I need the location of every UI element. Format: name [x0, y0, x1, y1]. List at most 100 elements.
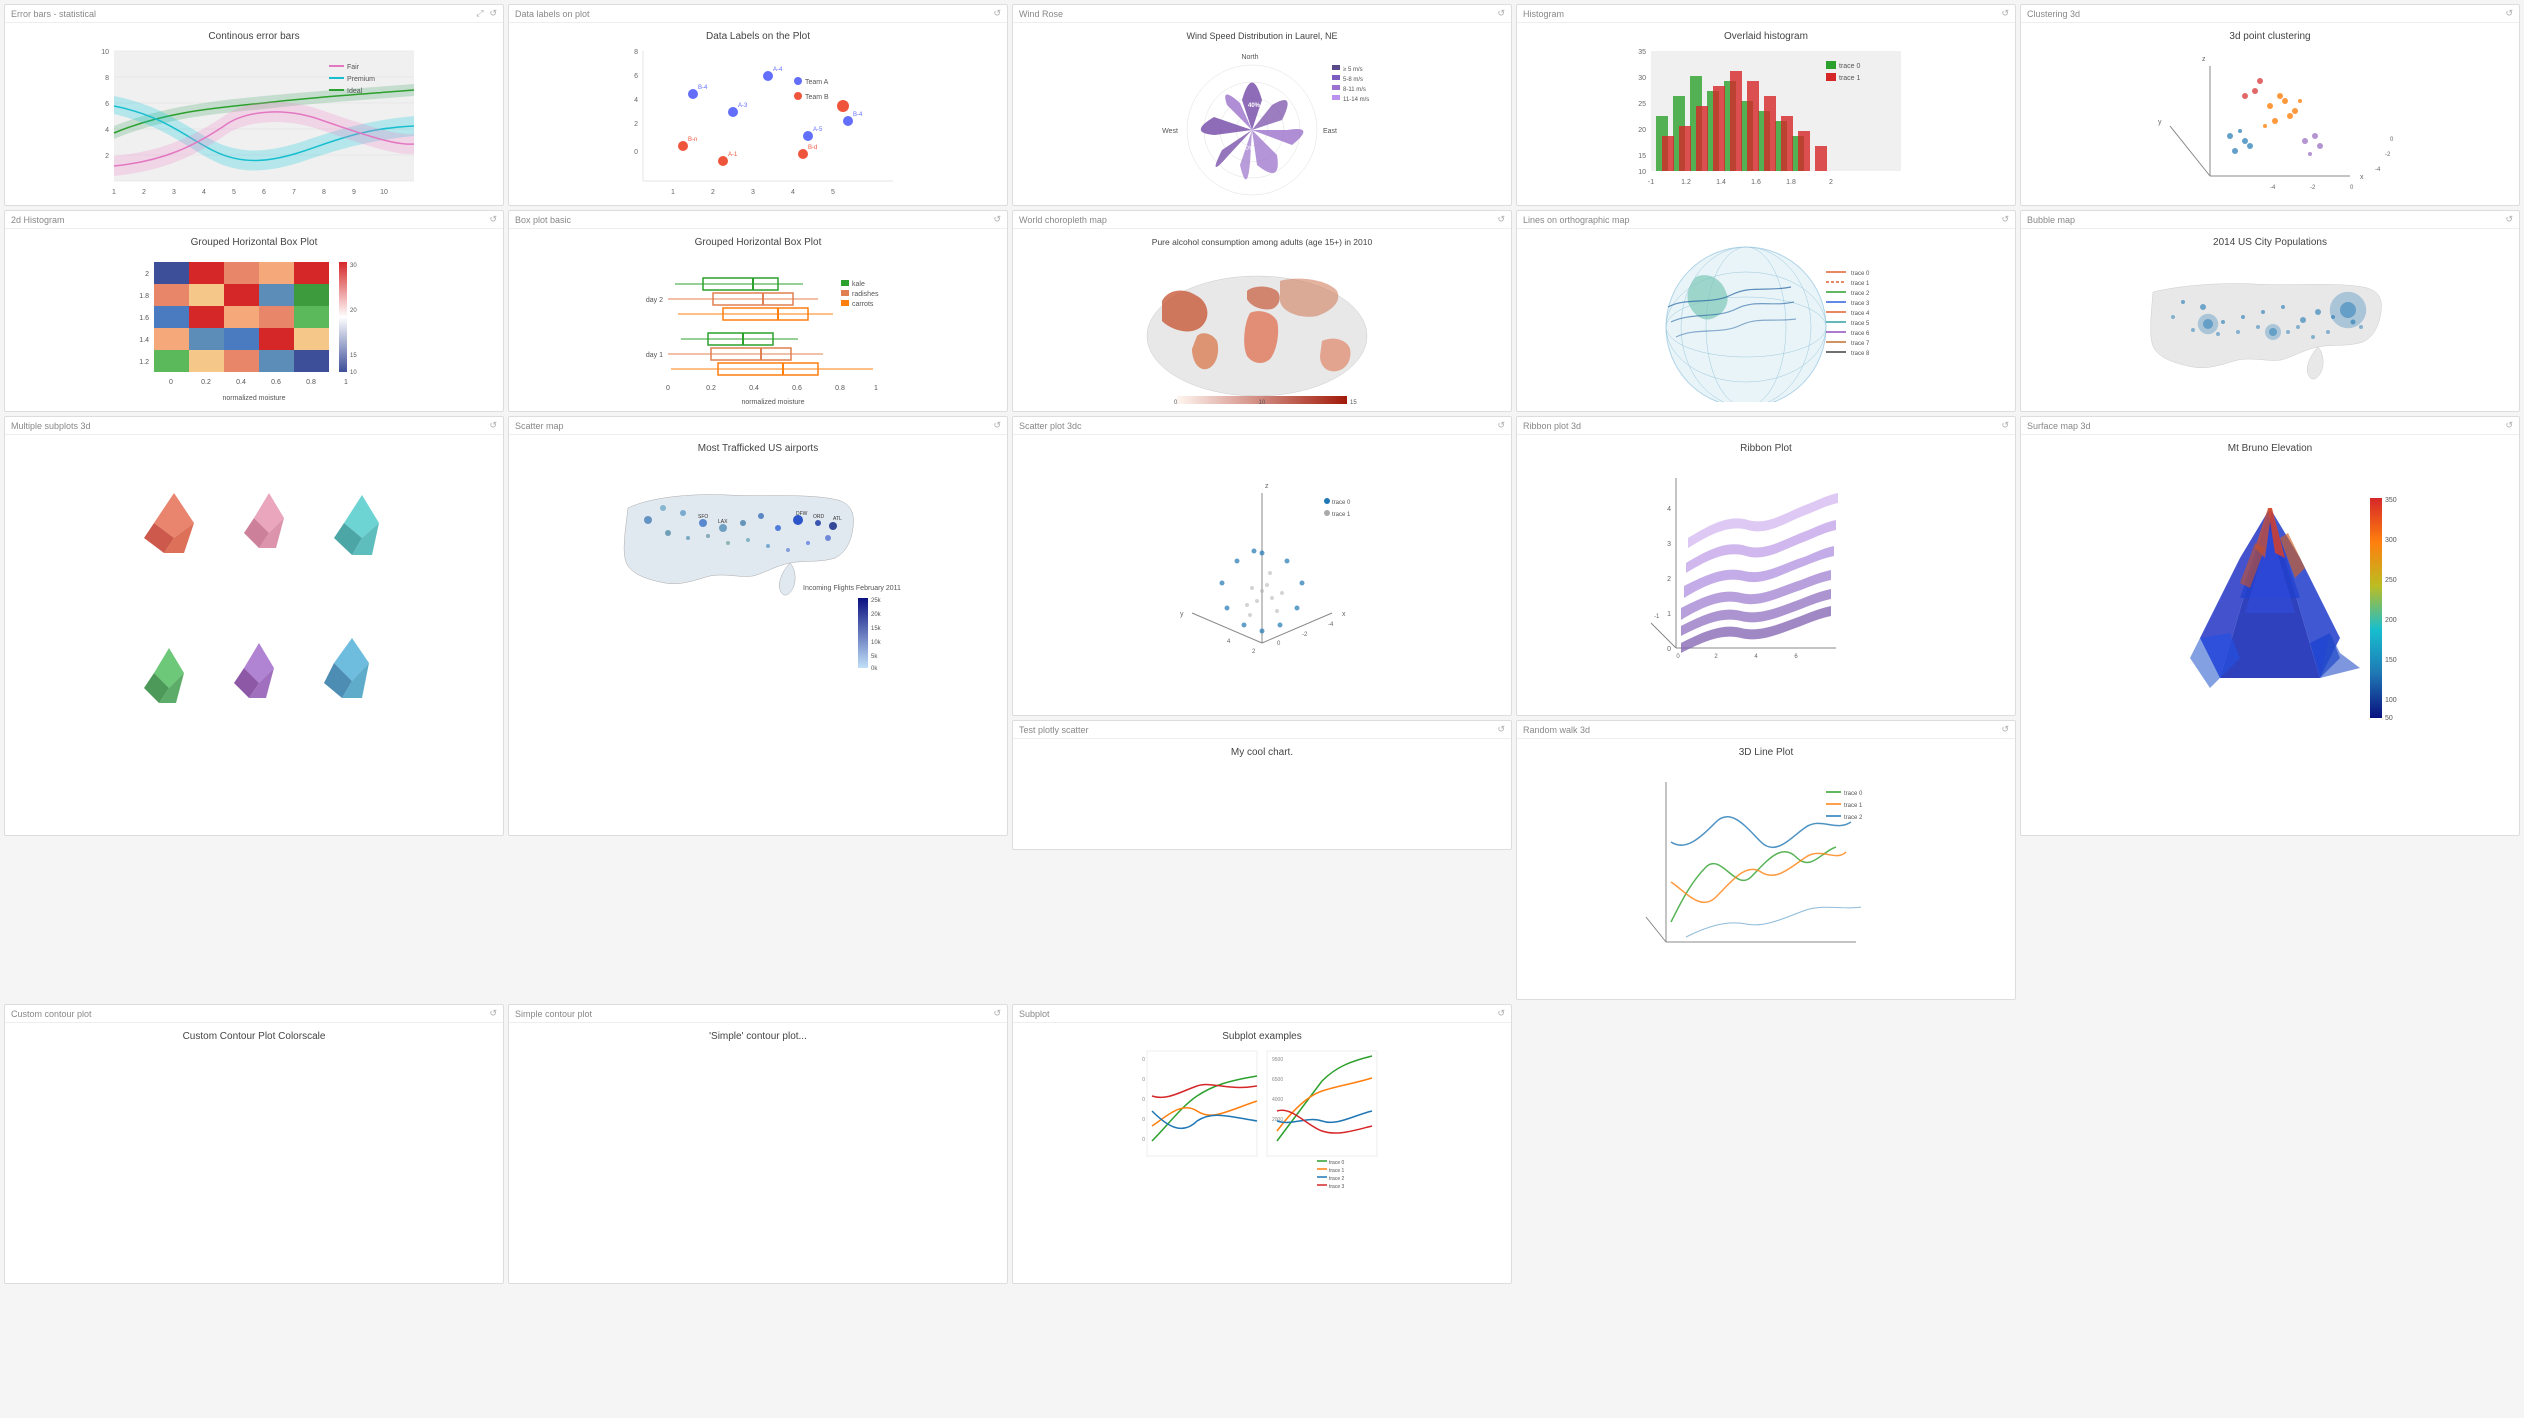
svg-text:10: 10	[1259, 400, 1266, 406]
ribbon-3d-chart: 0 1 2 3 4 0 2 4 6 -1	[1646, 458, 1886, 698]
svg-text:20k: 20k	[871, 612, 882, 618]
refresh-icon-20[interactable]: ↺	[1497, 724, 1505, 735]
svg-text:Fair: Fair	[347, 64, 360, 71]
card-header-surface-3d: Surface map 3d ↺	[2021, 417, 2519, 435]
card-scatter-map: Scatter map ↺ Most Trafficked US airport…	[508, 416, 1008, 836]
svg-text:350: 350	[2385, 497, 2397, 504]
header-label-ortho-map: Lines on orthographic map	[1523, 215, 1630, 225]
svg-text:0: 0	[1277, 641, 1281, 647]
svg-text:z: z	[1265, 483, 1269, 490]
svg-text:day 2: day 2	[646, 297, 663, 304]
svg-text:normalized moisture: normalized moisture	[222, 395, 285, 402]
svg-text:100: 100	[2385, 697, 2397, 704]
refresh-icon-6[interactable]: ↺	[489, 214, 497, 225]
refresh-icon-17[interactable]: ↺	[489, 1008, 497, 1019]
svg-text:2: 2	[145, 271, 149, 278]
svg-text:9: 9	[352, 189, 356, 196]
wind-rose-chart: North South East West 40% 20% ≥ 5 m/s 5-…	[1132, 45, 1392, 200]
svg-text:0.6: 0.6	[271, 379, 281, 386]
refresh-icon-12[interactable]: ↺	[993, 420, 1001, 431]
header-label-surface-3d: Surface map 3d	[2027, 421, 2091, 431]
svg-text:trace 0: trace 0	[1839, 63, 1861, 70]
refresh-icon-15[interactable]: ↺	[2505, 420, 2513, 431]
svg-text:0.4: 0.4	[749, 385, 759, 392]
refresh-icon-10[interactable]: ↺	[2505, 214, 2513, 225]
svg-text:4: 4	[791, 189, 795, 196]
card-header-ribbon-3d: Ribbon plot 3d ↺	[1517, 417, 2015, 435]
refresh-icon[interactable]: ↺	[489, 8, 497, 19]
card-body-simple-contour: 'Simple' contour plot...	[509, 1023, 1007, 1050]
svg-text:0.2: 0.2	[201, 379, 211, 386]
svg-text:3: 3	[751, 189, 755, 196]
refresh-icon-11[interactable]: ↺	[489, 420, 497, 431]
svg-text:normalized moisture: normalized moisture	[741, 399, 804, 406]
svg-text:-4: -4	[2375, 167, 2381, 173]
svg-text:1.4: 1.4	[1716, 179, 1726, 186]
dashboard-grid: Error bars - statistical ⤢ ↺ Continous e…	[0, 0, 2524, 1288]
svg-text:Premium: Premium	[347, 76, 375, 83]
svg-text:30: 30	[1638, 75, 1646, 82]
svg-text:2: 2	[1829, 179, 1833, 186]
header-label-bubble-map: Bubble map	[2027, 215, 2075, 225]
card-body-wind-rose: Wind Speed Distribution in Laurel, NE No…	[1013, 23, 1511, 204]
card-body-random-walk: 3D Line Plot trace 0 trace 1	[1517, 739, 2015, 986]
card-header-test-scatter: Test plotly scatter ↺	[1013, 721, 1511, 739]
refresh-icon-7[interactable]: ↺	[993, 214, 1001, 225]
svg-text:15: 15	[1350, 400, 1357, 406]
chart-title-custom-contour: Custom Contour Plot Colorscale	[183, 1031, 326, 1042]
refresh-icon-14[interactable]: ↺	[2001, 420, 2009, 431]
refresh-icon-8[interactable]: ↺	[1497, 214, 1505, 225]
svg-text:A-4: A-4	[773, 67, 783, 73]
svg-text:700: 700	[1142, 1097, 1145, 1103]
svg-text:0: 0	[1676, 654, 1680, 660]
refresh-icon-4[interactable]: ↺	[2001, 8, 2009, 19]
svg-text:trace 1: trace 1	[1844, 803, 1863, 809]
svg-text:y: y	[2158, 119, 2162, 126]
svg-text:4: 4	[1667, 506, 1671, 513]
svg-text:1: 1	[874, 385, 878, 392]
header-label-data-labels: Data labels on plot	[515, 9, 590, 19]
refresh-icon-19[interactable]: ↺	[1497, 1008, 1505, 1019]
card-box-plot: Box plot basic ↺ Grouped Horizontal Box …	[508, 210, 1008, 412]
svg-text:1.2: 1.2	[139, 359, 149, 366]
svg-text:1.2: 1.2	[1681, 179, 1691, 186]
header-label-scatter-3d: Scatter plot 3dc	[1019, 421, 1082, 431]
refresh-icon-18[interactable]: ↺	[993, 1008, 1001, 1019]
card-header-data-labels: Data labels on plot ↺	[509, 5, 1007, 23]
refresh-icon-9[interactable]: ↺	[2001, 214, 2009, 225]
card-header-2d-hist: 2d Histogram ↺	[5, 211, 503, 229]
refresh-icon-3[interactable]: ↺	[1497, 8, 1505, 19]
svg-text:8-11 m/s: 8-11 m/s	[1343, 87, 1366, 93]
svg-text:trace 3: trace 3	[1851, 301, 1870, 307]
svg-text:40%: 40%	[1248, 103, 1261, 109]
expand-icon[interactable]: ⤢	[476, 8, 483, 19]
header-label-wind-rose: Wind Rose	[1019, 9, 1063, 19]
card-wind-rose: Wind Rose ↺ Wind Speed Distribution in L…	[1012, 4, 1512, 206]
svg-text:-2: -2	[1302, 632, 1308, 638]
svg-text:10: 10	[101, 49, 109, 56]
header-label-random-walk: Random walk 3d	[1523, 725, 1590, 735]
card-body-box-plot: Grouped Horizontal Box Plot day 2 day 1 …	[509, 229, 1007, 411]
refresh-icon-16[interactable]: ↺	[2001, 724, 2009, 735]
refresh-icon-5[interactable]: ↺	[2505, 8, 2513, 19]
card-header-multi-3d: Multiple subplots 3d ↺	[5, 417, 503, 435]
svg-text:200: 200	[2385, 617, 2397, 624]
svg-text:z: z	[2202, 56, 2206, 63]
refresh-icon-13[interactable]: ↺	[1497, 420, 1505, 431]
svg-text:15: 15	[1638, 153, 1646, 160]
svg-text:0.6: 0.6	[792, 385, 802, 392]
svg-text:3: 3	[1667, 541, 1671, 548]
svg-text:600: 600	[1142, 1137, 1145, 1143]
heatmap-chart: 2 1.8 1.6 1.4 1.2 0 0.2 0.4 0.6 0.8 1 no…	[124, 252, 384, 407]
svg-text:1: 1	[671, 189, 675, 196]
svg-text:1: 1	[1667, 611, 1671, 618]
svg-text:0: 0	[634, 149, 638, 156]
refresh-icon-2[interactable]: ↺	[993, 8, 1001, 19]
svg-text:2: 2	[142, 189, 146, 196]
svg-text:8: 8	[322, 189, 326, 196]
header-label-error-bars: Error bars - statistical	[11, 9, 96, 19]
svg-text:trace 0: trace 0	[1844, 791, 1863, 797]
svg-text:East: East	[1323, 128, 1337, 135]
svg-text:650: 650	[1142, 1117, 1145, 1123]
data-labels-chart: 8 6 4 2 0 1 2 3 4 5 B-4 A-3 A-4 A-5	[613, 46, 903, 201]
